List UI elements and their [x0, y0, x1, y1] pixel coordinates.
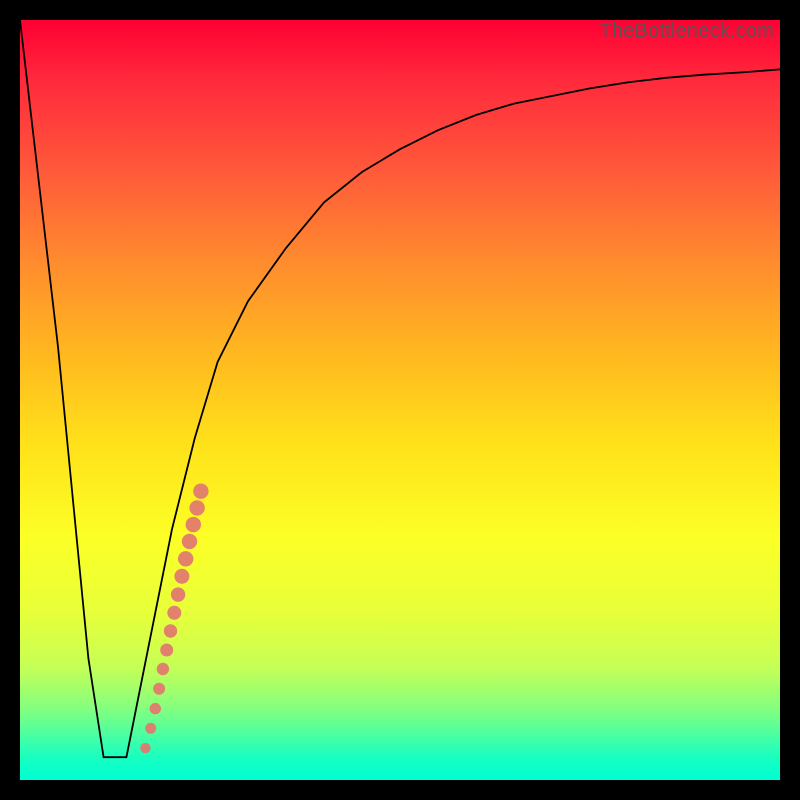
highlight-dot-icon — [150, 703, 161, 714]
highlight-dots-group — [140, 484, 208, 754]
highlight-dot-icon — [182, 534, 197, 549]
highlight-dot-icon — [164, 624, 177, 637]
highlight-dot-icon — [140, 743, 150, 753]
chart-svg — [20, 20, 780, 780]
highlight-dot-icon — [167, 606, 181, 620]
highlight-dot-icon — [193, 484, 208, 499]
chart-frame: TheBottleneck.com — [0, 0, 800, 800]
highlight-dot-icon — [160, 644, 173, 657]
highlight-dot-icon — [153, 683, 165, 695]
plot-area: TheBottleneck.com — [20, 20, 780, 780]
bottleneck-curve — [20, 20, 780, 757]
highlight-dot-icon — [157, 663, 169, 675]
highlight-dot-icon — [171, 587, 185, 601]
watermark-text: TheBottleneck.com — [599, 20, 774, 43]
highlight-dot-icon — [189, 500, 204, 515]
highlight-dot-icon — [174, 569, 189, 584]
highlight-dot-icon — [145, 723, 156, 734]
highlight-dot-icon — [186, 517, 201, 532]
highlight-dot-icon — [178, 551, 193, 566]
